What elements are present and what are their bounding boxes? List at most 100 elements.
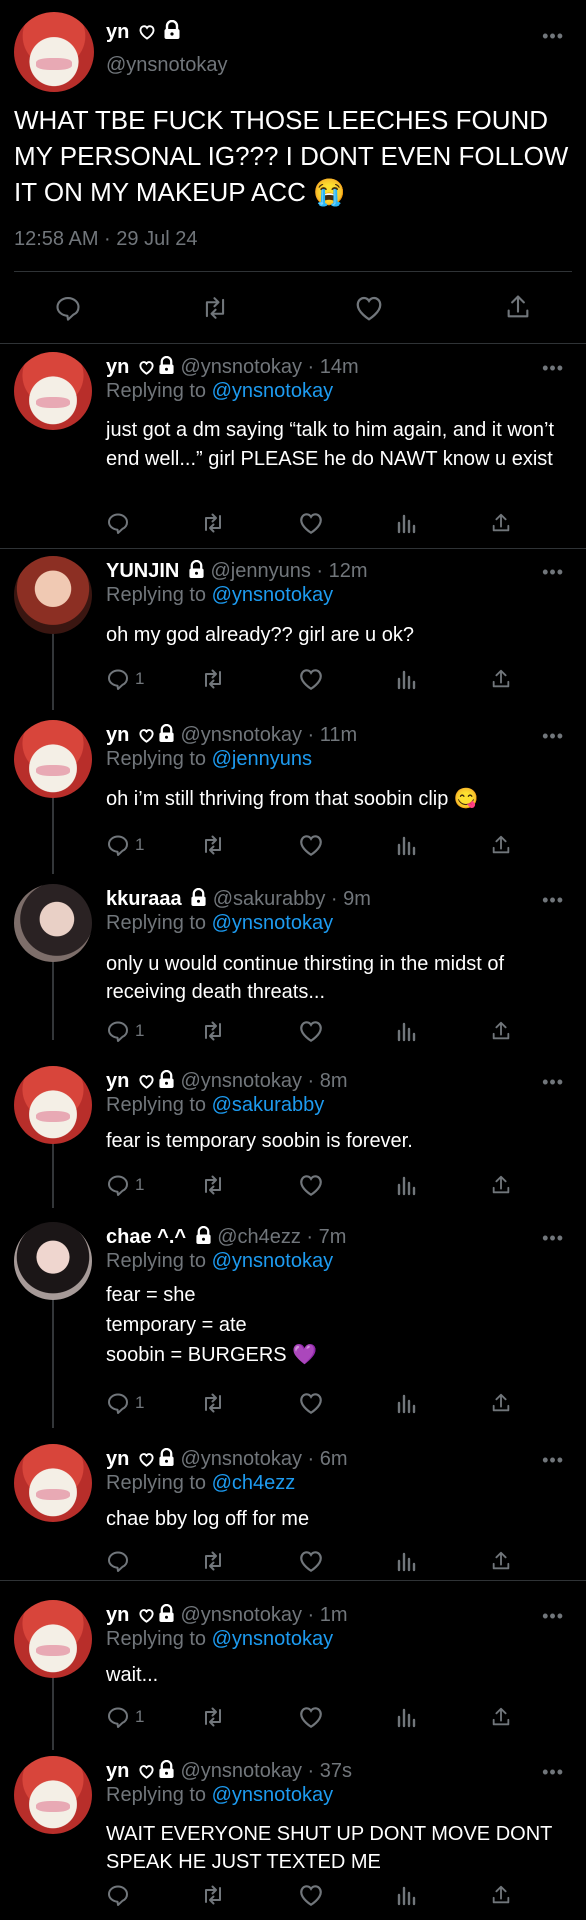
- heart-icon[interactable]: [298, 1018, 324, 1044]
- views-icon[interactable]: [396, 832, 418, 858]
- avatar[interactable]: [14, 1444, 92, 1522]
- heart-icon[interactable]: [354, 294, 384, 322]
- views-icon[interactable]: [396, 1390, 418, 1416]
- main-tweet-avatar[interactable]: [14, 12, 94, 92]
- reply-count: 1: [135, 835, 145, 854]
- retweet-icon[interactable]: [200, 666, 226, 692]
- retweet-icon[interactable]: [200, 510, 226, 536]
- reply-button[interactable]: 1: [106, 1018, 144, 1044]
- heart-icon[interactable]: [298, 1172, 324, 1198]
- reply-button[interactable]: 1: [106, 1704, 144, 1730]
- views-icon[interactable]: [396, 1548, 418, 1574]
- author-name[interactable]: yn: [106, 356, 129, 378]
- heart-icon[interactable]: [298, 510, 324, 536]
- reply-button[interactable]: 1: [106, 1390, 144, 1416]
- retweet-icon[interactable]: [200, 1704, 226, 1730]
- author-handle[interactable]: @ynsnotokay · 8m: [180, 1070, 347, 1092]
- reply-button[interactable]: 1: [106, 832, 144, 858]
- avatar[interactable]: [14, 1756, 92, 1834]
- avatar[interactable]: [14, 1066, 92, 1144]
- avatar[interactable]: [14, 884, 92, 962]
- avatar[interactable]: [14, 1600, 92, 1678]
- more-icon[interactable]: •••: [542, 26, 564, 47]
- share-icon[interactable]: [490, 1548, 512, 1574]
- more-icon[interactable]: •••: [542, 562, 564, 583]
- author-handle[interactable]: @ynsnotokay · 6m: [180, 1448, 347, 1470]
- author-handle[interactable]: @ynsnotokay · 11m: [180, 724, 357, 746]
- author-handle[interactable]: @jennyuns · 12m: [210, 560, 367, 582]
- share-icon[interactable]: [504, 293, 532, 321]
- author-name[interactable]: YUNJIN: [106, 560, 179, 582]
- share-icon[interactable]: [490, 666, 512, 692]
- author-name[interactable]: kkuraaa: [106, 888, 182, 910]
- avatar[interactable]: [14, 1222, 92, 1300]
- reply-button[interactable]: [106, 1548, 135, 1574]
- author-handle[interactable]: @ynsnotokay · 14m: [180, 356, 358, 378]
- author-name[interactable]: yn: [106, 1448, 129, 1470]
- retweet-icon[interactable]: [200, 1018, 226, 1044]
- author-name[interactable]: yn: [106, 1760, 129, 1782]
- share-icon[interactable]: [490, 1704, 512, 1730]
- avatar[interactable]: [14, 556, 92, 634]
- more-icon[interactable]: •••: [542, 1606, 564, 1627]
- main-tweet-timestamp[interactable]: 12:58 AM · 29 Jul 24: [14, 228, 197, 251]
- views-icon[interactable]: [396, 1882, 418, 1908]
- avatar[interactable]: [14, 720, 92, 798]
- author-handle[interactable]: @sakurabby · 9m: [213, 888, 371, 910]
- reply-button[interactable]: 1: [106, 666, 144, 692]
- replying-to-handle[interactable]: @ynsnotokay: [212, 1250, 333, 1272]
- share-icon[interactable]: [490, 1390, 512, 1416]
- replying-to-handle[interactable]: @sakurabby: [212, 1094, 325, 1116]
- author-name[interactable]: chae ^.^: [106, 1226, 186, 1248]
- more-icon[interactable]: •••: [542, 1228, 564, 1249]
- reply-button[interactable]: 1: [106, 1172, 144, 1198]
- views-icon[interactable]: [396, 1704, 418, 1730]
- views-icon[interactable]: [396, 1018, 418, 1044]
- retweet-icon[interactable]: [200, 1390, 226, 1416]
- heart-icon[interactable]: [298, 1390, 324, 1416]
- replying-to-handle[interactable]: @ch4ezz: [212, 1472, 296, 1494]
- more-icon[interactable]: •••: [542, 726, 564, 747]
- avatar[interactable]: [14, 352, 92, 430]
- author-handle[interactable]: @ynsnotokay · 37s: [180, 1760, 352, 1782]
- more-icon[interactable]: •••: [542, 1450, 564, 1471]
- share-icon[interactable]: [490, 1172, 512, 1198]
- heart-icon[interactable]: [298, 1882, 324, 1908]
- heart-icon[interactable]: [298, 666, 324, 692]
- main-tweet-handle[interactable]: @ynsnotokay: [106, 54, 227, 77]
- share-icon[interactable]: [490, 832, 512, 858]
- retweet-icon[interactable]: [200, 832, 226, 858]
- reply-icon[interactable]: [54, 294, 82, 322]
- retweet-icon[interactable]: [200, 1882, 226, 1908]
- reply-button[interactable]: [106, 1882, 135, 1908]
- retweet-icon[interactable]: [200, 294, 230, 322]
- replying-to-handle[interactable]: @ynsnotokay: [212, 1784, 333, 1806]
- author-name[interactable]: yn: [106, 1604, 129, 1626]
- author-name[interactable]: yn: [106, 1070, 129, 1092]
- retweet-icon[interactable]: [200, 1172, 226, 1198]
- replying-to-handle[interactable]: @jennyuns: [212, 748, 312, 770]
- more-icon[interactable]: •••: [542, 1072, 564, 1093]
- share-icon[interactable]: [490, 1018, 512, 1044]
- heart-icon[interactable]: [298, 1704, 324, 1730]
- heart-icon[interactable]: [298, 832, 324, 858]
- views-icon[interactable]: [396, 510, 418, 536]
- replying-to-handle[interactable]: @ynsnotokay: [212, 912, 333, 934]
- share-icon[interactable]: [490, 510, 512, 536]
- views-icon[interactable]: [396, 666, 418, 692]
- more-icon[interactable]: •••: [542, 890, 564, 911]
- replying-to-handle[interactable]: @ynsnotokay: [212, 584, 333, 606]
- main-tweet-name[interactable]: yn: [106, 21, 129, 43]
- retweet-icon[interactable]: [200, 1548, 226, 1574]
- author-name[interactable]: yn: [106, 724, 129, 746]
- replying-to-handle[interactable]: @ynsnotokay: [212, 1628, 333, 1650]
- replying-to-handle[interactable]: @ynsnotokay: [212, 380, 333, 402]
- views-icon[interactable]: [396, 1172, 418, 1198]
- heart-icon[interactable]: [298, 1548, 324, 1574]
- author-handle[interactable]: @ch4ezz · 7m: [217, 1226, 346, 1248]
- share-icon[interactable]: [490, 1882, 512, 1908]
- author-handle[interactable]: @ynsnotokay · 1m: [180, 1604, 347, 1626]
- more-icon[interactable]: •••: [542, 358, 564, 379]
- more-icon[interactable]: •••: [542, 1762, 564, 1783]
- reply-button[interactable]: [106, 510, 135, 536]
